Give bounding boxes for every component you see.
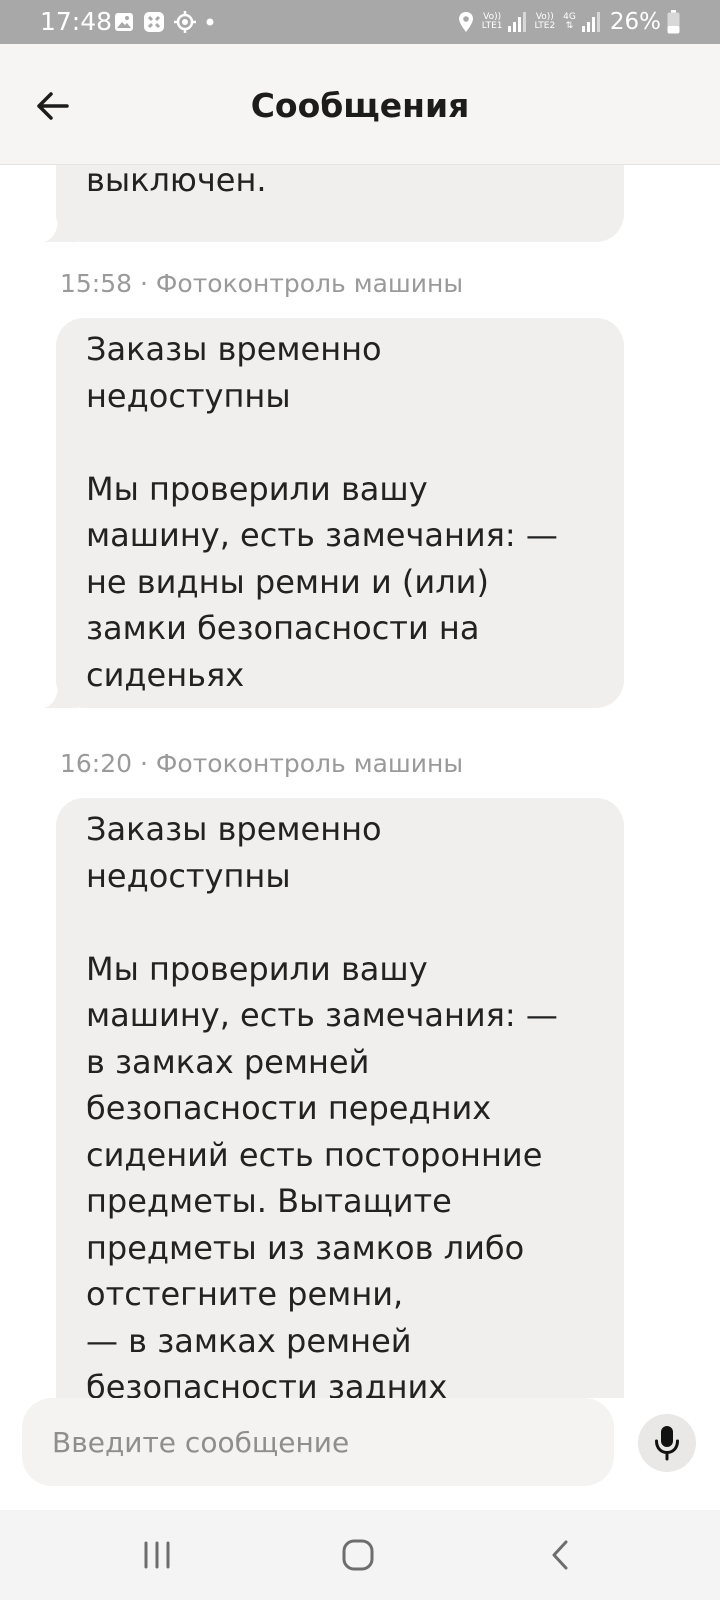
app-notification-icon <box>144 12 164 32</box>
app-bar: Сообщения <box>0 44 720 165</box>
signal-icon <box>508 12 527 32</box>
location-pin-icon <box>458 12 473 32</box>
signal-icon <box>581 12 600 32</box>
system-back-button[interactable] <box>530 1530 590 1580</box>
mic-button[interactable] <box>638 1414 696 1472</box>
status-left-icons <box>114 11 224 33</box>
message-meta: 16:20 · Фотоконтроль машины <box>60 748 463 780</box>
status-bar: 17:48 Vo)) LTE1 Vo)) LTE2 4G ⇅ 26% <box>0 0 720 44</box>
message-bubble: Заказы временно недоступны Мы проверили … <box>44 318 624 708</box>
meta-separator: · <box>140 749 148 778</box>
message-meta: 15:58 · Фотоконтроль машины <box>60 268 463 300</box>
battery-icon <box>667 10 680 34</box>
sim1-label: Vo)) LTE1 <box>481 12 503 31</box>
bubble-tail <box>44 684 78 708</box>
message-bubble: перемещения будет выключен. <box>44 164 624 242</box>
message-sender: Фотоконтроль машины <box>155 749 464 778</box>
data-type-label: 4G ⇅ <box>563 12 576 31</box>
chevron-left-icon <box>552 1540 568 1570</box>
message-text: перемещения будет выключен. <box>86 164 267 199</box>
bubble-tail <box>44 218 78 242</box>
location-target-icon <box>174 11 196 33</box>
status-right-icons: Vo)) LTE1 Vo)) LTE2 4G ⇅ 26% <box>452 8 680 36</box>
composer <box>0 1398 720 1510</box>
message-time: 15:58 <box>60 269 133 298</box>
battery-percent: 26% <box>609 9 661 35</box>
message-text: Заказы временно недоступны Мы проверили … <box>86 330 558 694</box>
dot-icon <box>206 18 214 26</box>
home-icon <box>342 1539 374 1571</box>
gallery-icon <box>115 13 133 31</box>
message-sender: Фотоконтроль машины <box>155 269 464 298</box>
status-time: 17:48 <box>40 7 113 36</box>
sim2-label: Vo)) LTE2 <box>534 12 556 31</box>
recent-apps-icon <box>144 1541 170 1569</box>
message-feed[interactable]: перемещения будет выключен. 15:58 · Фото… <box>0 164 720 1398</box>
home-button[interactable] <box>328 1530 388 1580</box>
recent-apps-button[interactable] <box>127 1530 187 1580</box>
message-input[interactable] <box>22 1398 614 1486</box>
page-title: Сообщения <box>250 86 470 125</box>
message-time: 16:20 <box>60 749 133 778</box>
system-nav-bar <box>0 1510 720 1600</box>
meta-separator: · <box>140 269 148 298</box>
data-arrows-icon: ⇅ <box>565 21 574 31</box>
message-bubble: Заказы временно недоступны Мы проверили … <box>56 798 624 1398</box>
message-text: Заказы временно недоступны Мы проверили … <box>86 810 558 1398</box>
microphone-icon <box>655 1426 679 1461</box>
